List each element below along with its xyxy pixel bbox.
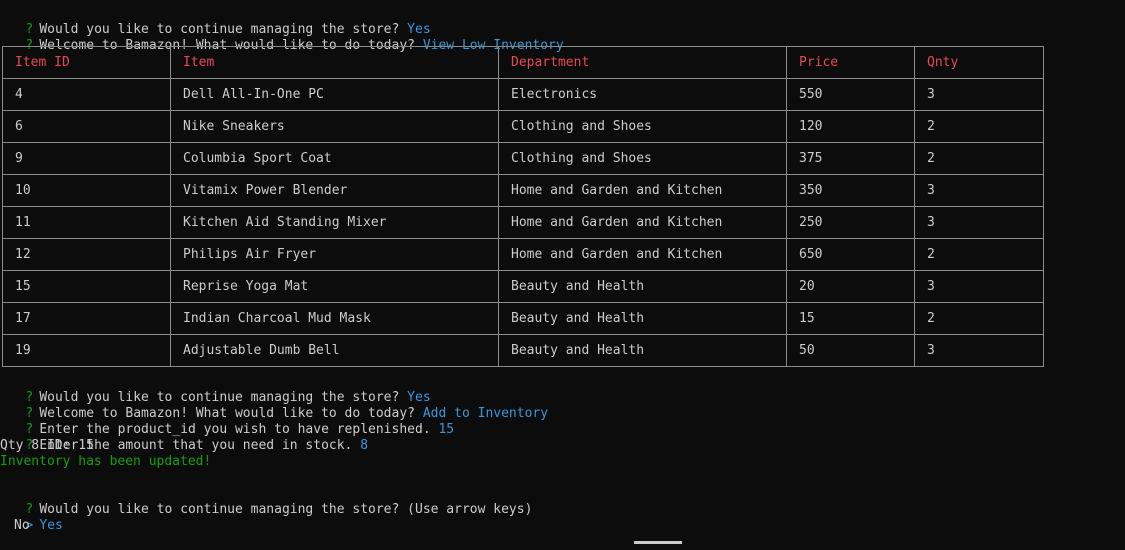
cell-item: Indian Charcoal Mud Mask — [170, 302, 499, 335]
cell-qnty: 2 — [914, 238, 1044, 271]
cell-department: Clothing and Shoes — [498, 142, 787, 175]
cell-department: Home and Garden and Kitchen — [498, 238, 787, 271]
low-inventory-table: Item ID Item Department Price Qnty 4 Dell… — [2, 46, 1044, 367]
header-price: Price — [786, 46, 915, 79]
cell-price: 120 — [786, 110, 915, 143]
success-message: Inventory has been updated! — [0, 454, 212, 469]
cell-department: Beauty and Health — [498, 302, 787, 335]
cell-department: Beauty and Health — [498, 270, 787, 303]
cell-qnty: 3 — [914, 270, 1044, 303]
cell-qnty: 3 — [914, 206, 1044, 239]
cell-department: Electronics — [498, 78, 787, 111]
table-header-row: Item ID Item Department Price Qnty — [2, 46, 1044, 79]
option-yes[interactable]: > Yes — [0, 502, 62, 533]
table-row: 10 Vitamix Power Blender Home and Garden a… — [2, 174, 1044, 207]
header-item-id: Item ID — [2, 46, 171, 79]
cell-department: Home and Garden and Kitchen — [498, 174, 787, 207]
table-row: 19 Adjustable Dumb Bell Beauty and Health 5… — [2, 334, 1044, 367]
cell-item-id: 15 — [2, 270, 171, 303]
cell-price: 550 — [786, 78, 915, 111]
prompt-line: ? Welcome to Bamazon! What would like to … — [0, 22, 563, 53]
prompt-question: Would you like to continue managing the … — [39, 502, 533, 517]
cell-item-id: 9 — [2, 142, 171, 175]
table-row: 9 Columbia Sport Coat Clothing and Shoes 37… — [2, 142, 1044, 175]
prompt-line: ? Would you like to continue managing the… — [0, 6, 430, 37]
cell-item-id: 10 — [2, 174, 171, 207]
cell-item-id: 6 — [2, 110, 171, 143]
cell-price: 375 — [786, 142, 915, 175]
cell-qnty: 3 — [914, 78, 1044, 111]
cell-price: 15 — [786, 302, 915, 335]
cell-item: Adjustable Dumb Bell — [170, 334, 499, 367]
cell-price: 350 — [786, 174, 915, 207]
prompt-answer: 15 — [438, 422, 455, 437]
cell-item: Vitamix Power Blender — [170, 174, 499, 207]
option-label: Yes — [39, 518, 63, 533]
cell-item-id: 12 — [2, 238, 171, 271]
cell-item: Columbia Sport Coat — [170, 142, 499, 175]
prompt-line: ? Would you like to continue managing the… — [0, 486, 532, 517]
prompt-line: ? Enter the amount that you need in stock… — [0, 422, 368, 453]
cell-qnty: 2 — [914, 142, 1044, 175]
cell-department: Home and Garden and Kitchen — [498, 206, 787, 239]
header-department: Department — [498, 46, 787, 79]
cell-item: Nike Sneakers — [170, 110, 499, 143]
cell-item-id: 17 — [2, 302, 171, 335]
cell-item: Kitchen Aid Standing Mixer — [170, 206, 499, 239]
cell-price: 50 — [786, 334, 915, 367]
cell-item-id: 11 — [2, 206, 171, 239]
terminal-window: ? Would you like to continue managing the… — [0, 0, 1125, 544]
cell-price: 250 — [786, 206, 915, 239]
cell-department: Clothing and Shoes — [498, 110, 787, 143]
option-no[interactable]: No — [14, 518, 30, 534]
cell-item: Dell All-In-One PC — [170, 78, 499, 111]
table-row: 6 Nike Sneakers Clothing and Shoes 120 2 — [2, 110, 1044, 143]
table-row: 15 Reprise Yoga Mat Beauty and Health 20 3 — [2, 270, 1044, 303]
table-row: 4 Dell All-In-One PC Electronics 550 3 — [2, 78, 1044, 111]
cell-qnty: 3 — [914, 334, 1044, 367]
cell-qnty: 3 — [914, 174, 1044, 207]
cell-item-id: 4 — [2, 78, 171, 111]
cell-qnty: 2 — [914, 110, 1044, 143]
header-item: Item — [170, 46, 499, 79]
prompt-line: ? Enter the product_id you wish to have r… — [0, 406, 454, 437]
prompt-answer: 8 — [360, 438, 369, 453]
prompt-line: ? Would you like to continue managing the… — [0, 374, 430, 405]
cell-price: 20 — [786, 270, 915, 303]
cell-price: 650 — [786, 238, 915, 271]
cell-item: Philips Air Fryer — [170, 238, 499, 271]
cell-item: Reprise Yoga Mat — [170, 270, 499, 303]
cell-department: Beauty and Health — [498, 334, 787, 367]
output-line: Qty 8 ID: 15 — [0, 438, 94, 453]
header-qnty: Qnty — [914, 46, 1044, 79]
table-row: 12 Philips Air Fryer Home and Garden and K… — [2, 238, 1044, 271]
table-row: 11 Kitchen Aid Standing Mixer Home and Gar… — [2, 206, 1044, 239]
prompt-line: ? Welcome to Bamazon! What would like to … — [0, 390, 548, 421]
cell-qnty: 2 — [914, 302, 1044, 335]
table-row: 17 Indian Charcoal Mud Mask Beauty and Hea… — [2, 302, 1044, 335]
cell-item-id: 19 — [2, 334, 171, 367]
